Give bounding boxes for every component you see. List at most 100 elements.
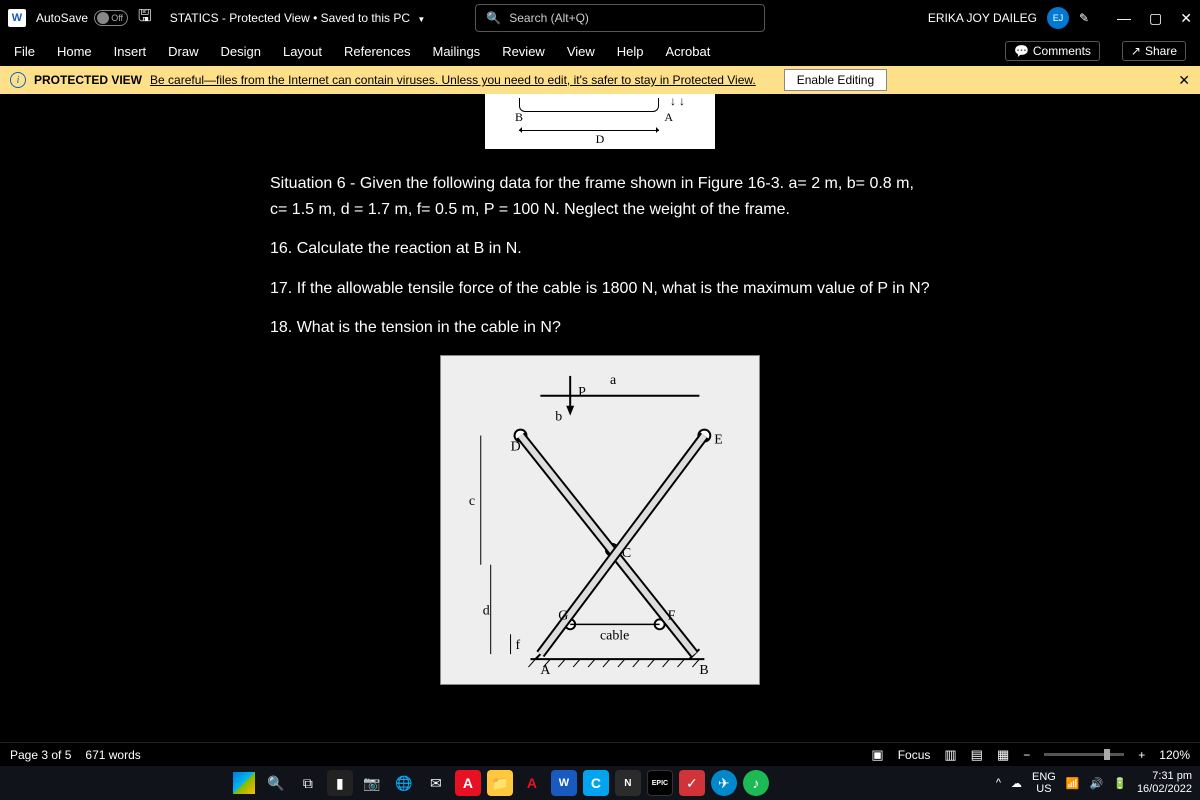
task-view-icon[interactable]: ⧉	[295, 770, 321, 796]
svg-text:b: b	[555, 410, 562, 425]
document-title[interactable]: STATICS - Protected View • Saved to this…	[170, 11, 426, 25]
tab-layout[interactable]: Layout	[283, 44, 322, 59]
start-icon[interactable]	[231, 770, 257, 796]
toggle-knob	[97, 12, 109, 24]
svg-text:P: P	[578, 385, 586, 400]
chevron-up-icon[interactable]: ^	[996, 777, 1001, 789]
windows-taskbar: 🔍 ⧉ ▮ 📷 🌐 ✉ A 📁 A W C N EPIC ✓ ✈ ♪ ^ ☁ E…	[0, 766, 1200, 800]
svg-text:c: c	[469, 494, 475, 509]
ribbon-tabs: File Home Insert Draw Design Layout Refe…	[0, 36, 1200, 66]
toggle-track[interactable]: Off	[94, 10, 128, 26]
user-name[interactable]: ERIKA JOY DAILEG	[928, 11, 1037, 25]
tab-help[interactable]: Help	[617, 44, 644, 59]
zoom-out-icon[interactable]: −	[1023, 748, 1030, 762]
word-icon[interactable]: W	[551, 770, 577, 796]
figure-top-cutoff: ↓ ↓ B A D	[485, 94, 715, 149]
svg-text:cable: cable	[600, 628, 629, 643]
notion-icon[interactable]: N	[615, 770, 641, 796]
figure-16-3: a b P D E c C d G F cable f A B	[440, 355, 760, 685]
language-indicator[interactable]: ENGUS	[1032, 771, 1056, 795]
spotify-icon[interactable]: ♪	[743, 770, 769, 796]
svg-text:a: a	[610, 373, 616, 388]
question-16: 16. Calculate the reaction at B in N.	[270, 236, 930, 262]
system-tray[interactable]: ^ ☁ ENGUS 📶 🔊 🔋 7:31 pm16/02/2022	[996, 770, 1192, 796]
app-icon[interactable]: ▮	[327, 770, 353, 796]
clock[interactable]: 7:31 pm16/02/2022	[1137, 770, 1192, 796]
comment-icon: 💬	[1014, 44, 1029, 58]
share-button[interactable]: ↗Share	[1122, 41, 1186, 61]
situation-text: Situation 6 - Given the following data f…	[270, 171, 930, 222]
focus-icon[interactable]: ▣	[871, 747, 883, 763]
battery-icon[interactable]: 🔋	[1113, 777, 1127, 790]
tab-references[interactable]: References	[344, 44, 410, 59]
svg-text:G: G	[558, 608, 568, 623]
pdf-icon[interactable]: A	[455, 770, 481, 796]
svg-text:A: A	[540, 663, 550, 678]
word-app-icon: W	[8, 9, 26, 27]
word-count[interactable]: 671 words	[85, 748, 140, 762]
explorer-icon[interactable]: 📁	[487, 770, 513, 796]
close-icon[interactable]: ✕	[1178, 72, 1190, 89]
page-indicator[interactable]: Page 3 of 5	[10, 748, 71, 762]
search-icon[interactable]: 🔍	[263, 770, 289, 796]
svg-text:D: D	[511, 439, 521, 454]
focus-mode[interactable]: Focus	[898, 748, 931, 762]
autosave-toggle[interactable]: AutoSave Off	[36, 10, 128, 26]
autosave-state: Off	[111, 13, 123, 23]
avatar[interactable]: EJ	[1047, 7, 1069, 29]
tab-mailings[interactable]: Mailings	[433, 44, 481, 59]
maximize-icon[interactable]: ▢	[1149, 10, 1162, 27]
minimize-icon[interactable]: —	[1117, 10, 1131, 27]
tab-review[interactable]: Review	[502, 44, 545, 59]
tab-acrobat[interactable]: Acrobat	[666, 44, 711, 59]
search-icon: 🔍	[486, 11, 501, 25]
protected-view-bar: i PROTECTED VIEW Be careful—files from t…	[0, 66, 1200, 94]
web-layout-icon[interactable]: ▦	[997, 747, 1009, 763]
enable-editing-button[interactable]: Enable Editing	[784, 69, 887, 91]
autosave-label: AutoSave	[36, 11, 88, 25]
tab-file[interactable]: File	[14, 44, 35, 59]
app-check-icon[interactable]: ✓	[679, 770, 705, 796]
tab-draw[interactable]: Draw	[168, 44, 198, 59]
wifi-icon[interactable]: 📶	[1066, 777, 1080, 790]
zoom-slider[interactable]	[1044, 753, 1124, 756]
protected-view-message: Be careful—files from the Internet can c…	[150, 73, 756, 87]
chevron-down-icon[interactable]: ▼	[417, 15, 425, 24]
document-body: Situation 6 - Given the following data f…	[140, 149, 1060, 341]
camera-icon[interactable]: 📷	[359, 770, 385, 796]
volume-icon[interactable]: 🔊	[1090, 777, 1104, 790]
info-icon: i	[10, 72, 26, 88]
app-a-icon[interactable]: A	[519, 770, 545, 796]
print-layout-icon[interactable]: ▤	[971, 747, 983, 763]
share-icon: ↗	[1131, 44, 1141, 58]
chrome-icon[interactable]: 🌐	[391, 770, 417, 796]
status-bar: Page 3 of 5 671 words ▣ Focus ▥ ▤ ▦ − + …	[0, 742, 1200, 766]
svg-text:E: E	[714, 432, 723, 447]
telegram-icon[interactable]: ✈	[711, 770, 737, 796]
epic-icon[interactable]: EPIC	[647, 770, 673, 796]
svg-text:f: f	[516, 638, 521, 653]
svg-text:d: d	[483, 603, 490, 618]
question-18: 18. What is the tension in the cable in …	[270, 315, 930, 341]
protected-view-label: PROTECTED VIEW	[34, 73, 142, 87]
close-icon[interactable]: ✕	[1180, 10, 1192, 27]
svg-text:F: F	[668, 608, 676, 623]
app-c-icon[interactable]: C	[583, 770, 609, 796]
zoom-level[interactable]: 120%	[1159, 748, 1190, 762]
search-input[interactable]: 🔍 Search (Alt+Q)	[475, 4, 765, 32]
document-canvas[interactable]: ↓ ↓ B A D Situation 6 - Given the follow…	[0, 94, 1200, 752]
comments-button[interactable]: 💬Comments	[1005, 41, 1100, 61]
cloud-icon[interactable]: ☁	[1011, 777, 1022, 790]
svg-text:B: B	[699, 663, 708, 678]
save-icon[interactable]: 🖫	[138, 5, 152, 32]
read-mode-icon[interactable]: ▥	[944, 747, 956, 763]
pen-icon[interactable]: ✎	[1079, 11, 1089, 25]
mail-icon[interactable]: ✉	[423, 770, 449, 796]
tab-home[interactable]: Home	[57, 44, 92, 59]
tab-design[interactable]: Design	[221, 44, 261, 59]
tab-insert[interactable]: Insert	[114, 44, 147, 59]
question-17: 17. If the allowable tensile force of th…	[270, 276, 930, 302]
zoom-in-icon[interactable]: +	[1138, 748, 1145, 762]
tab-view[interactable]: View	[567, 44, 595, 59]
svg-text:C: C	[622, 546, 631, 561]
